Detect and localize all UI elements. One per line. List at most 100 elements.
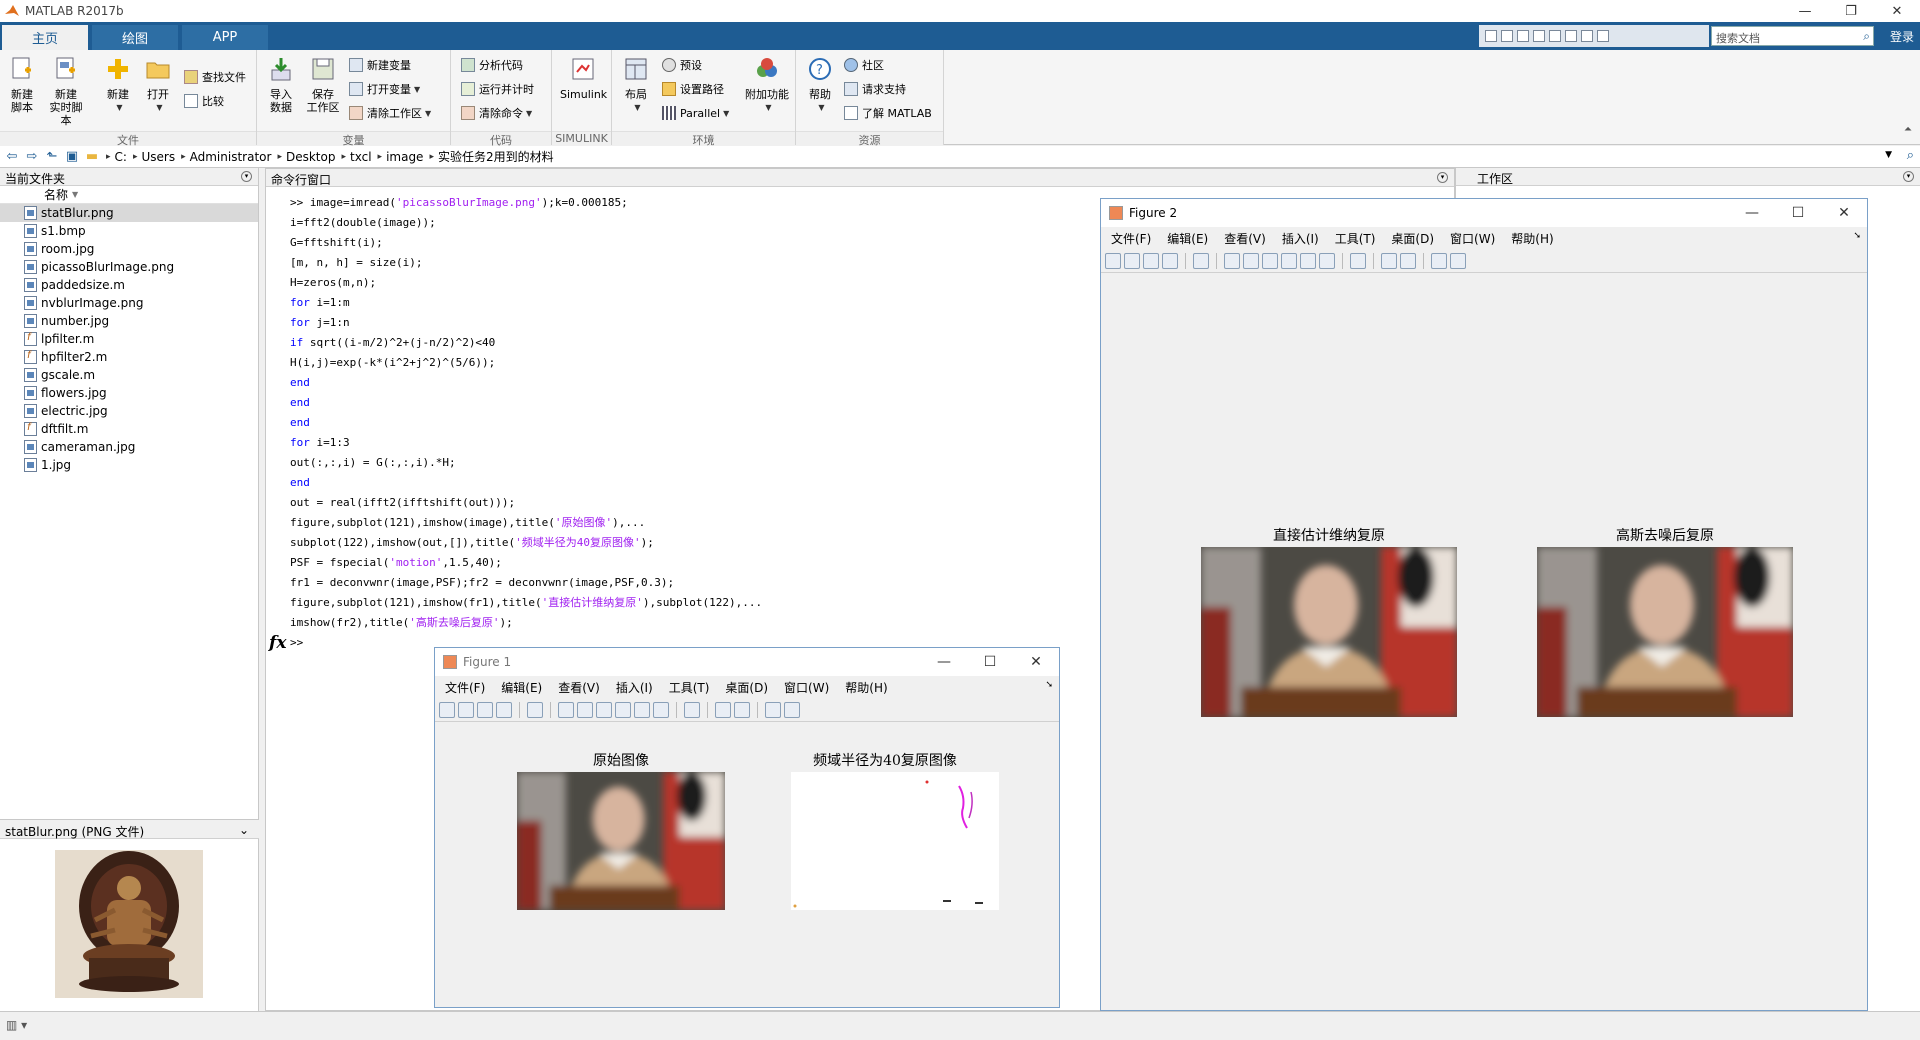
figure2-menu-item[interactable]: 工具(T) bbox=[1335, 230, 1376, 247]
run-and-time-button[interactable]: 运行并计时 bbox=[461, 80, 534, 98]
back-arrow-icon[interactable]: ⇦ bbox=[4, 149, 20, 164]
chevron-down-icon[interactable]: ⌄ bbox=[239, 823, 249, 837]
figure2-menu-item[interactable]: 帮助(H) bbox=[1511, 230, 1553, 247]
file-list-item[interactable]: flowers.jpg bbox=[0, 384, 258, 402]
save-figure-icon[interactable] bbox=[477, 701, 493, 718]
new-button[interactable]: 新建 ▼ bbox=[98, 56, 138, 118]
file-list-item[interactable]: cameraman.jpg bbox=[0, 438, 258, 456]
clear-commands-button[interactable]: 清除命令 ▼ bbox=[461, 104, 532, 122]
learn-matlab-button[interactable]: 了解 MATLAB bbox=[844, 104, 932, 122]
file-list-item[interactable]: picassoBlurImage.png bbox=[0, 258, 258, 276]
search-icon[interactable]: ⌕ bbox=[1863, 29, 1870, 44]
new-dropdown-icon[interactable]: ▼ bbox=[101, 101, 138, 114]
file-list-item[interactable]: paddedsize.m bbox=[0, 276, 258, 294]
pan-icon[interactable] bbox=[596, 701, 612, 718]
community-button[interactable]: 社区 bbox=[844, 56, 884, 74]
clear-workspace-button[interactable]: 清除工作区 ▼ bbox=[349, 104, 431, 122]
tab-home[interactable]: 主页 bbox=[2, 25, 88, 50]
show-plot-tools-icon[interactable] bbox=[1450, 252, 1466, 269]
file-list-item[interactable]: lpfilter.m bbox=[0, 330, 258, 348]
show-plot-tools-icon[interactable] bbox=[784, 701, 800, 718]
file-list-item[interactable]: statBlur.png bbox=[0, 204, 258, 222]
help-dropdown-icon[interactable]: ▼ bbox=[803, 101, 840, 114]
path-search-icon[interactable]: ⌕ bbox=[1907, 148, 1914, 163]
data-cursor-icon[interactable] bbox=[1300, 252, 1316, 269]
file-list-item[interactable]: nvblurImage.png bbox=[0, 294, 258, 312]
up-folder-icon[interactable]: ⬑ bbox=[44, 149, 60, 164]
open-variable-button[interactable]: 打开变量 ▼ bbox=[349, 80, 420, 98]
compare-button[interactable]: 比较 bbox=[184, 92, 224, 110]
figure2-close-button[interactable]: ✕ bbox=[1821, 199, 1867, 227]
pan-icon[interactable] bbox=[1262, 252, 1278, 269]
quick-save-icon[interactable] bbox=[1485, 30, 1497, 42]
file-list-item[interactable]: 1.jpg bbox=[0, 456, 258, 474]
command-history-text[interactable]: >> image=imread('picassoBlurImage.png');… bbox=[290, 193, 762, 633]
panel-actions-icon[interactable]: ▾ bbox=[1437, 172, 1448, 183]
quick-undo-icon[interactable] bbox=[1549, 30, 1561, 42]
insert-legend-icon[interactable] bbox=[1400, 252, 1416, 269]
figure1-close-button[interactable]: ✕ bbox=[1013, 648, 1059, 676]
restore-button[interactable]: ❐ bbox=[1828, 0, 1874, 22]
layout-button[interactable]: 布局 ▼ bbox=[616, 56, 656, 118]
name-column-header[interactable]: 名称 ▼ bbox=[0, 186, 258, 204]
zoom-in-icon[interactable] bbox=[1224, 252, 1240, 269]
zoom-out-icon[interactable] bbox=[1243, 252, 1259, 269]
addons-button[interactable]: 附加功能 ▼ bbox=[744, 56, 790, 118]
panel-actions-icon[interactable]: ▾ bbox=[241, 171, 252, 182]
zoom-out-icon[interactable] bbox=[577, 701, 593, 718]
new-live-script-button[interactable]: 新建 实时脚本 bbox=[46, 56, 86, 127]
request-support-button[interactable]: 请求支持 bbox=[844, 80, 906, 98]
layout-dropdown-icon[interactable]: ▼ bbox=[619, 101, 656, 114]
hide-plot-tools-icon[interactable] bbox=[765, 701, 781, 718]
quick-cut-icon[interactable] bbox=[1501, 30, 1513, 42]
file-list-item[interactable]: hpfilter2.m bbox=[0, 348, 258, 366]
path-dropdown-icon[interactable]: ▼ bbox=[1885, 150, 1892, 160]
browse-folder-icon[interactable]: ▣ bbox=[64, 149, 80, 164]
import-data-button[interactable]: 导入 数据 bbox=[261, 56, 301, 118]
quick-switch-icon[interactable] bbox=[1581, 30, 1593, 42]
breadcrumb-txcl[interactable]: txcl bbox=[350, 150, 372, 164]
minimize-button[interactable]: — bbox=[1782, 0, 1828, 22]
open-file-icon[interactable] bbox=[1124, 252, 1140, 269]
file-list-item[interactable]: s1.bmp bbox=[0, 222, 258, 240]
file-list-item[interactable]: dftfilt.m bbox=[0, 420, 258, 438]
figure1-maximize-button[interactable]: ☐ bbox=[967, 648, 1013, 676]
print-figure-icon[interactable] bbox=[496, 701, 512, 718]
clear-commands-dropdown-icon[interactable]: ▼ bbox=[526, 109, 532, 118]
edit-plot-icon[interactable] bbox=[527, 701, 543, 718]
figure1-titlebar[interactable]: Figure 1 — ☐ ✕ bbox=[435, 648, 1059, 676]
dock-arrow-icon[interactable]: ➘ bbox=[1853, 231, 1861, 241]
quick-redo-icon[interactable] bbox=[1565, 30, 1577, 42]
quick-copy-icon[interactable] bbox=[1517, 30, 1529, 42]
figure1-menu-item[interactable]: 查看(V) bbox=[558, 679, 600, 696]
figure1-menu-item[interactable]: 编辑(E) bbox=[501, 679, 542, 696]
forward-arrow-icon[interactable]: ⇨ bbox=[24, 149, 40, 164]
breadcrumb-administrator[interactable]: Administrator bbox=[190, 150, 272, 164]
quick-paste-icon[interactable] bbox=[1533, 30, 1545, 42]
clear-workspace-dropdown-icon[interactable]: ▼ bbox=[425, 109, 431, 118]
new-variable-button[interactable]: 新建变量 bbox=[349, 56, 411, 74]
insert-colorbar-icon[interactable] bbox=[1381, 252, 1397, 269]
analyze-code-button[interactable]: 分析代码 bbox=[461, 56, 523, 74]
brush-icon[interactable] bbox=[653, 701, 669, 718]
tab-apps[interactable]: APP bbox=[182, 25, 268, 50]
breadcrumb-current-folder[interactable]: 实验任务2用到的材料 bbox=[438, 148, 554, 165]
breadcrumb-desktop[interactable]: Desktop bbox=[286, 150, 336, 164]
parallel-dropdown-icon[interactable]: ▼ bbox=[723, 109, 729, 118]
figure2-minimize-button[interactable]: — bbox=[1729, 199, 1775, 227]
link-plot-icon[interactable] bbox=[684, 701, 700, 718]
quick-help-icon[interactable] bbox=[1597, 30, 1609, 42]
figure1-menu-item[interactable]: 工具(T) bbox=[669, 679, 710, 696]
print-figure-icon[interactable] bbox=[1162, 252, 1178, 269]
figure2-titlebar[interactable]: Figure 2 — ☐ ✕ bbox=[1101, 199, 1867, 227]
breadcrumb-image[interactable]: image bbox=[386, 150, 423, 164]
breadcrumb-users[interactable]: Users bbox=[141, 150, 175, 164]
file-list-item[interactable]: gscale.m bbox=[0, 366, 258, 384]
rotate-3d-icon[interactable] bbox=[1281, 252, 1297, 269]
new-figure-icon[interactable] bbox=[439, 701, 455, 718]
open-variable-dropdown-icon[interactable]: ▼ bbox=[414, 85, 420, 94]
file-list-item[interactable]: room.jpg bbox=[0, 240, 258, 258]
figure2-menu-item[interactable]: 查看(V) bbox=[1224, 230, 1266, 247]
login-link[interactable]: 登录 bbox=[1890, 28, 1914, 45]
open-button[interactable]: 打开 ▼ bbox=[138, 56, 178, 118]
